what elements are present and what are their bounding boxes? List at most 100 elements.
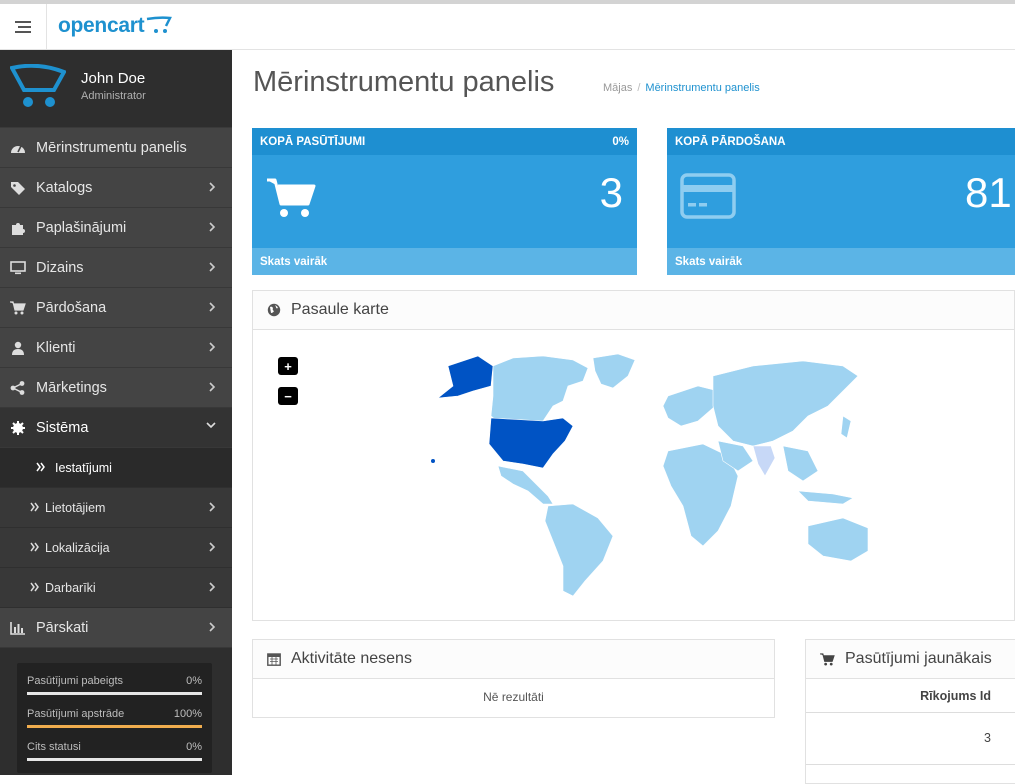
puzzle-icon [12,223,25,235]
map-zoom-out-button[interactable]: − [278,387,298,405]
panel-header: Pasūtījumi jaunākais [806,640,1015,679]
breadcrumb-home-link[interactable]: Mājas [603,82,632,94]
credit-card-icon [680,173,736,219]
tile-badge: 0% [612,135,629,148]
tile-total-orders: KOPĀ PASŪTĪJUMI 0% 3 Skats vairāk [252,128,637,275]
chevron-right-icon [209,502,216,512]
tile-value: 81 [965,169,1012,216]
opencart-logo[interactable]: opencart [58,12,173,40]
sidebar-item-customers[interactable]: Klienti [0,328,232,368]
sidebar-subitem-tools[interactable]: Darbarīki [0,568,232,608]
menu-toggle-button[interactable] [0,4,47,49]
sidebar-item-label: Mērinstrumentu panelis [36,139,187,156]
chevron-right-icon [209,182,216,192]
status-progress-fill [27,725,202,728]
sidebar-item-label: Paplašinājumi [36,219,127,236]
map-region-canada [490,355,589,427]
sidebar: John Doe Administrator Mērinstrumentu pa… [0,50,232,775]
double-chevron-icon [30,582,39,592]
breadcrumb: Mājas / Mērinstrumentu panelis [603,82,760,94]
tags-icon [11,182,25,195]
chevron-right-icon [209,222,216,232]
sidebar-item-marketing[interactable]: Mārketings [0,368,232,408]
tile-total-sales: KOPĀ PĀRDOŠANA 81 Skats vairāk [667,128,1015,275]
logo-text: opencart [58,14,145,37]
double-chevron-icon [30,542,39,552]
sidebar-item-system[interactable]: Sistēma [0,408,232,448]
status-row-processing: Pasūtījumi apstrāde 100% [27,704,202,737]
chevron-right-icon [209,622,216,632]
sidebar-item-label: Dizains [36,259,84,276]
status-label: Pasūtījumi pabeigts [27,675,123,687]
map-zoom-in-button[interactable]: + [278,357,298,375]
tile-header: KOPĀ PASŪTĪJUMI 0% [252,128,637,155]
chevron-right-icon [209,342,216,352]
gear-icon [11,421,25,435]
map-region-japan [840,415,852,439]
status-value: 0% [186,675,202,687]
user-name: John Doe [81,70,146,87]
map-region-europe [662,385,719,427]
bar-chart-icon [10,622,25,635]
panel-title: Aktivitāte nesens [291,650,412,667]
sidebar-item-label: Pārdošana [36,299,107,316]
map-region-greenland [592,353,636,389]
chevron-right-icon [209,582,216,592]
status-progress-bar [27,758,202,761]
tile-footer-label: Skats vairāk [675,255,743,268]
user-profile[interactable]: John Doe Administrator [0,50,232,128]
sidebar-subitem-settings[interactable]: Iestatījumi [0,448,232,488]
sidebar-item-design[interactable]: Dizains [0,248,232,288]
sidebar-item-label: Pārskati [36,619,89,636]
panel-title: Pasaule karte [291,301,389,318]
desktop-icon [10,261,26,275]
column-header-order-id[interactable]: Rīkojums Id [920,689,991,703]
world-map[interactable] [413,346,883,606]
sidebar-item-dashboard[interactable]: Mērinstrumentu panelis [0,128,232,168]
table-row[interactable]: 3 [806,713,1015,765]
sidebar-item-label: Klienti [36,339,76,356]
logo-cart-icon [147,16,173,33]
tile-title: KOPĀ PASŪTĪJUMI [260,135,366,148]
map-region-hawaii [431,459,435,463]
sidebar-subitem-label: Lokalizācija [45,540,110,555]
order-id-cell: 3 [984,731,991,745]
world-map-panel: Pasaule karte + − [252,290,1015,621]
main-content: Mērinstrumentu panelis Mājas / Mērinstrume… [232,50,1015,784]
status-value: 100% [173,708,202,720]
map-region-south-america [544,503,614,597]
sidebar-item-extensions[interactable]: Paplašinājumi [0,208,232,248]
recent-activity-panel: Aktivitāte nesens Nē rezultāti [252,639,775,718]
sidebar-subitem-users[interactable]: Lietotājiem [0,488,232,528]
cart-icon [10,301,26,315]
breadcrumb-current-link[interactable]: Mērinstrumentu panelis [645,82,759,94]
dashboard-icon [11,145,25,153]
sidebar-item-sales[interactable]: Pārdošana [0,288,232,328]
avatar [10,64,66,107]
panel-header: Pasaule karte [253,291,1014,330]
page-title: Mērinstrumentu panelis [253,66,555,98]
share-icon [10,381,25,395]
chevron-right-icon [209,262,216,272]
user-role: Administrator [81,90,146,102]
sidebar-item-reports[interactable]: Pārskati [0,608,232,648]
tile-view-more-link[interactable]: Skats vairāk [667,248,1015,275]
status-label: Cits statusi [27,741,81,753]
hamburger-icon [15,20,31,33]
table-header: Rīkojums Id [806,679,1015,713]
map-region-india [752,445,776,477]
status-label: Pasūtījumi apstrāde [27,708,125,720]
map-region-mexico [497,465,554,505]
sidebar-subitem-localisation[interactable]: Lokalizācija [0,528,232,568]
latest-orders-panel: Pasūtījumi jaunākais Rīkojums Id 3 [805,639,1015,784]
sidebar-nav: Mērinstrumentu panelis Katalogs Paplašin… [0,128,232,648]
sidebar-item-catalog[interactable]: Katalogs [0,168,232,208]
tile-view-more-link[interactable]: Skats vairāk [252,248,637,275]
map-region-asia [712,360,859,447]
sidebar-subitem-label: Lietotājiem [45,500,106,515]
status-row-complete: Pasūtījumi pabeigts 0% [27,671,202,704]
double-chevron-icon [30,502,39,512]
status-row-other: Cits statusi 0% [27,737,202,770]
order-status-widget: Pasūtījumi pabeigts 0% Pasūtījumi apstrā… [17,663,212,773]
status-progress-bar [27,725,202,728]
